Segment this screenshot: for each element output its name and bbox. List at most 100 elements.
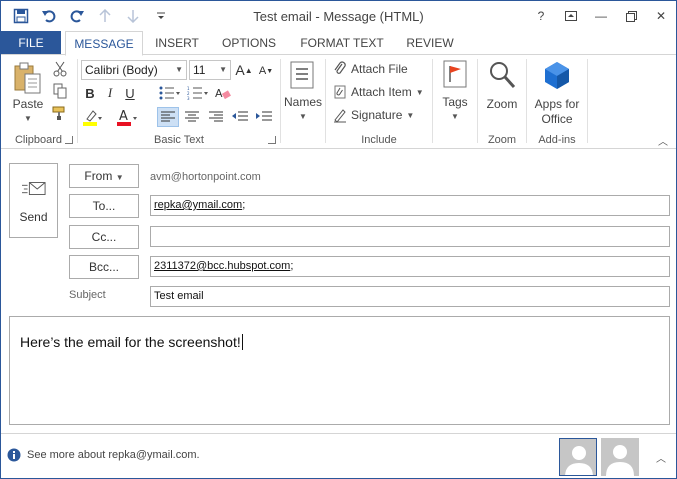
zoom-button[interactable]: Zoom (479, 97, 525, 111)
tab-options[interactable]: OPTIONS (215, 31, 283, 55)
minimize-button[interactable]: — (586, 1, 616, 31)
bullets-icon[interactable] (157, 83, 183, 103)
subject-field[interactable]: Test email (150, 286, 670, 307)
to-button[interactable]: To... (69, 194, 139, 218)
send-label: Send (19, 210, 48, 224)
clipboard-launcher-icon[interactable] (65, 136, 73, 144)
font-size-value: 11 (193, 63, 206, 77)
attach-item-label: Attach Item (351, 85, 412, 99)
attach-file-button[interactable]: Attach File (333, 61, 408, 77)
send-button[interactable]: Send (9, 163, 58, 238)
tab-message[interactable]: MESSAGE (65, 31, 143, 56)
font-color-icon[interactable]: A (115, 107, 139, 127)
names-dropdown-icon[interactable]: ▼ (298, 111, 308, 121)
attach-file-label: Attach File (351, 62, 408, 76)
group-divider (77, 59, 78, 143)
to-separator: ; (242, 199, 246, 211)
apps-for-office-icon[interactable] (542, 59, 572, 91)
signature-label: Signature (351, 108, 403, 122)
collapse-ribbon-icon[interactable]: ︿ (658, 133, 668, 148)
info-icon (7, 448, 21, 462)
signature-icon (334, 109, 346, 123)
svg-text:A: A (119, 109, 128, 124)
chevron-down-icon: ▼ (406, 110, 415, 120)
person-icon (601, 438, 639, 476)
tab-review[interactable]: REVIEW (399, 31, 461, 55)
bcc-field[interactable]: 2311372@bcc.hubspot.com; (150, 256, 670, 277)
signature-button[interactable]: Signature ▼ (333, 107, 414, 123)
grow-font-label: A (235, 62, 245, 78)
bcc-button[interactable]: Bcc... (69, 255, 139, 279)
basic-text-launcher-icon[interactable] (268, 136, 276, 144)
group-divider (526, 59, 527, 143)
addins-group-label: Add-ins (538, 134, 576, 146)
tab-file[interactable]: FILE (1, 31, 61, 55)
avatar[interactable] (601, 438, 639, 476)
from-button[interactable]: From ▼ (69, 164, 139, 188)
numbering-icon[interactable]: 123 (185, 83, 211, 103)
decrease-indent-icon[interactable] (229, 107, 251, 127)
copy-icon[interactable] (51, 83, 69, 99)
apps-for-office-button[interactable]: Apps for Office (528, 97, 586, 127)
expand-people-pane-icon[interactable]: ︿ (656, 450, 666, 465)
paste-dropdown-icon[interactable]: ▼ (23, 113, 33, 123)
zoom-group: Zoom Zoom (479, 55, 525, 149)
apps-label-line2: Office (541, 112, 573, 126)
people-pane-text: See more about repka@ymail.com. (27, 449, 200, 461)
names-button[interactable]: Names (282, 95, 324, 109)
addins-group: Apps for Office Add-ins (528, 55, 586, 149)
align-center-icon[interactable] (181, 107, 203, 127)
shrink-font-label: A (258, 65, 267, 77)
group-divider (432, 59, 433, 143)
message-body[interactable]: Here’s the email for the screenshot! (9, 316, 670, 425)
avatar-selected[interactable] (559, 438, 597, 476)
grow-font-button[interactable]: A ▲ (235, 60, 253, 80)
restore-icon[interactable] (616, 1, 646, 31)
cc-field[interactable] (150, 226, 670, 247)
send-envelope-icon (22, 180, 46, 198)
bcc-recipient[interactable]: 2311372@bcc.hubspot.com (154, 260, 290, 272)
help-button[interactable]: ? (526, 1, 556, 31)
cut-icon[interactable] (51, 61, 69, 77)
window-controls: ? — ✕ (526, 1, 676, 31)
paste-icon[interactable] (11, 61, 43, 95)
highlight-icon[interactable] (81, 107, 103, 127)
caret-up-icon: ▲ (244, 65, 253, 75)
font-name-value: Calibri (Body) (85, 63, 158, 77)
title-bar: Test email - Message (HTML) ? — ✕ (1, 1, 676, 31)
italic-button[interactable]: I (101, 83, 119, 103)
flag-icon[interactable] (440, 59, 470, 89)
svg-text:A: A (215, 87, 223, 100)
tags-dropdown-icon[interactable]: ▼ (450, 111, 460, 121)
from-address: avm@hortonpoint.com (150, 171, 261, 183)
align-right-icon[interactable] (205, 107, 227, 127)
paste-button[interactable]: Paste (9, 97, 47, 111)
to-recipient[interactable]: repka@ymail.com (154, 199, 242, 211)
address-book-icon[interactable] (288, 59, 316, 91)
chevron-down-icon: ▼ (175, 65, 183, 74)
increase-indent-icon[interactable] (253, 107, 275, 127)
attach-item-button[interactable]: Attach Item ▼ (333, 84, 424, 100)
tags-button[interactable]: Tags (434, 95, 476, 109)
align-left-icon[interactable] (157, 107, 179, 127)
font-name-combo[interactable]: Calibri (Body) ▼ (81, 60, 187, 80)
group-divider (477, 59, 478, 143)
basic-text-group-label: Basic Text (154, 134, 204, 146)
format-painter-icon[interactable] (51, 105, 69, 121)
people-pane-info[interactable]: See more about repka@ymail.com. (7, 448, 200, 462)
underline-button[interactable]: U (121, 83, 139, 103)
ribbon-display-options-icon[interactable] (556, 1, 586, 31)
magnifier-icon[interactable] (487, 59, 517, 91)
group-divider (325, 59, 326, 143)
to-field[interactable]: repka@ymail.com; (150, 195, 670, 216)
tab-insert[interactable]: INSERT (147, 31, 207, 55)
cc-button[interactable]: Cc... (69, 225, 139, 249)
ribbon-tabs: FILE MESSAGE INSERT OPTIONS FORMAT TEXT … (1, 31, 676, 56)
tab-format-text[interactable]: FORMAT TEXT (293, 31, 391, 55)
close-button[interactable]: ✕ (646, 1, 676, 31)
bold-button[interactable]: B (81, 83, 99, 103)
shrink-font-button[interactable]: A ▼ (257, 61, 275, 81)
clear-formatting-icon[interactable]: A (213, 83, 233, 103)
font-size-combo[interactable]: 11 ▼ (189, 60, 231, 80)
svg-text:3: 3 (187, 96, 190, 100)
